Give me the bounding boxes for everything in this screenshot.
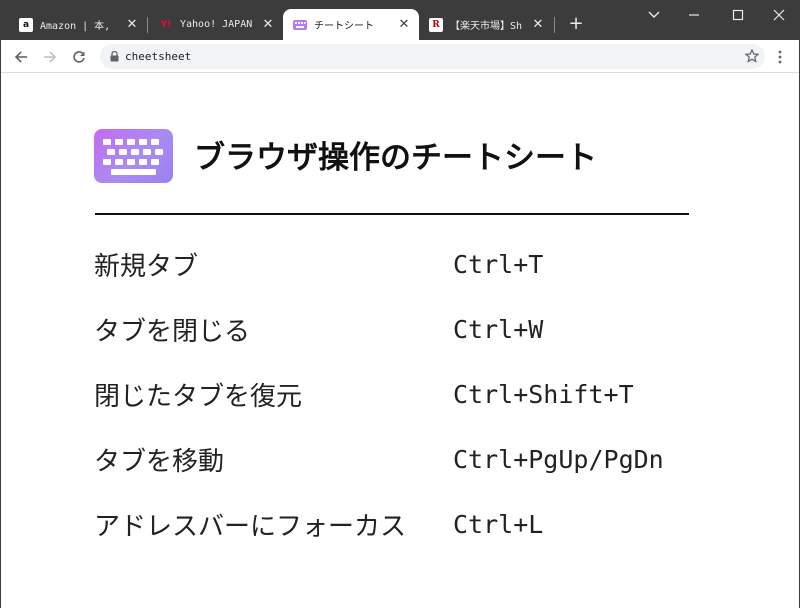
arrow-left-icon	[14, 51, 27, 63]
maximize-button[interactable]	[726, 5, 750, 25]
shortcut-action: 閉じたタブを復元	[94, 382, 303, 412]
tab-title: Yahoo! JAPAN	[180, 19, 253, 30]
reload-button[interactable]	[68, 46, 90, 68]
window-close-button[interactable]	[767, 5, 791, 25]
close-icon[interactable]: ✕	[397, 17, 411, 32]
close-icon[interactable]: ✕	[125, 17, 139, 32]
forward-button[interactable]	[39, 46, 61, 68]
shortcut-row: 閉じたタブを復元 Ctrl+Shift+T	[94, 376, 714, 416]
amazon-icon: a	[19, 17, 33, 32]
tab-cheatsheet[interactable]: チートシート ✕	[283, 9, 419, 40]
lock-icon	[110, 51, 119, 62]
arrow-right-icon	[44, 51, 57, 63]
shortcut-row: タブを移動 Ctrl+PgUp/PgDn	[94, 441, 714, 481]
address-text[interactable]: cheetsheet	[125, 50, 191, 63]
address-bar[interactable]: cheetsheet	[100, 44, 765, 69]
tab-separator	[147, 17, 148, 33]
page-content: ブラウザ操作のチートシート 新規タブ Ctrl+T タブを閉じる Ctrl+W …	[1, 74, 799, 608]
back-button[interactable]	[10, 46, 32, 68]
browser-toolbar: cheetsheet	[1, 40, 799, 73]
tab-rakuten[interactable]: R 【楽天市場】Sh ✕	[419, 9, 553, 40]
keyboard-icon	[94, 129, 173, 183]
shortcut-keys: Ctrl+W	[453, 315, 544, 344]
tab-separator	[554, 17, 555, 33]
new-tab-button[interactable]: +	[566, 14, 586, 34]
shortcut-keys: Ctrl+T	[453, 250, 544, 279]
shortcut-keys: Ctrl+PgUp/PgDn	[453, 445, 664, 474]
shortcut-action: タブを閉じる	[94, 317, 251, 347]
keyboard-icon	[293, 18, 307, 32]
yahoo-icon: Y!	[160, 19, 172, 30]
tab-title: チートシート	[314, 21, 374, 32]
tab-title: 【楽天市場】Sh	[450, 21, 523, 32]
close-icon[interactable]: ✕	[261, 17, 275, 32]
page-title: ブラウザ操作のチートシート	[194, 140, 597, 176]
tab-title: Amazon | 本,	[40, 21, 111, 32]
tab-search-chevron-icon[interactable]	[642, 5, 666, 25]
tab-strip: a Amazon | 本, ✕ Y! Yahoo! JAPAN ✕ チートシート…	[1, 1, 799, 40]
title-divider	[95, 213, 689, 215]
shortcut-row: アドレスバーにフォーカス Ctrl+L	[94, 506, 714, 546]
shortcut-row: 新規タブ Ctrl+T	[94, 246, 714, 286]
shortcut-action: アドレスバーにフォーカス	[94, 512, 407, 542]
shortcut-row: タブを閉じる Ctrl+W	[94, 311, 714, 351]
shortcut-action: タブを移動	[94, 447, 225, 477]
shortcut-keys: Ctrl+Shift+T	[453, 380, 634, 409]
reload-icon	[73, 51, 85, 63]
shortcut-action: 新規タブ	[94, 252, 199, 282]
menu-button[interactable]	[769, 46, 791, 68]
close-icon[interactable]: ✕	[531, 17, 545, 32]
shortcut-keys: Ctrl+L	[453, 510, 544, 539]
browser-window: a Amazon | 本, ✕ Y! Yahoo! JAPAN ✕ チートシート…	[0, 0, 800, 608]
more-vert-icon	[778, 50, 782, 64]
tab-amazon[interactable]: a Amazon | 本, ✕	[9, 9, 147, 40]
bookmark-star-icon[interactable]	[745, 49, 759, 63]
minimize-button[interactable]	[682, 5, 706, 25]
rakuten-icon: R	[429, 17, 443, 32]
tab-yahoo[interactable]: Y! Yahoo! JAPAN ✕	[149, 9, 283, 40]
